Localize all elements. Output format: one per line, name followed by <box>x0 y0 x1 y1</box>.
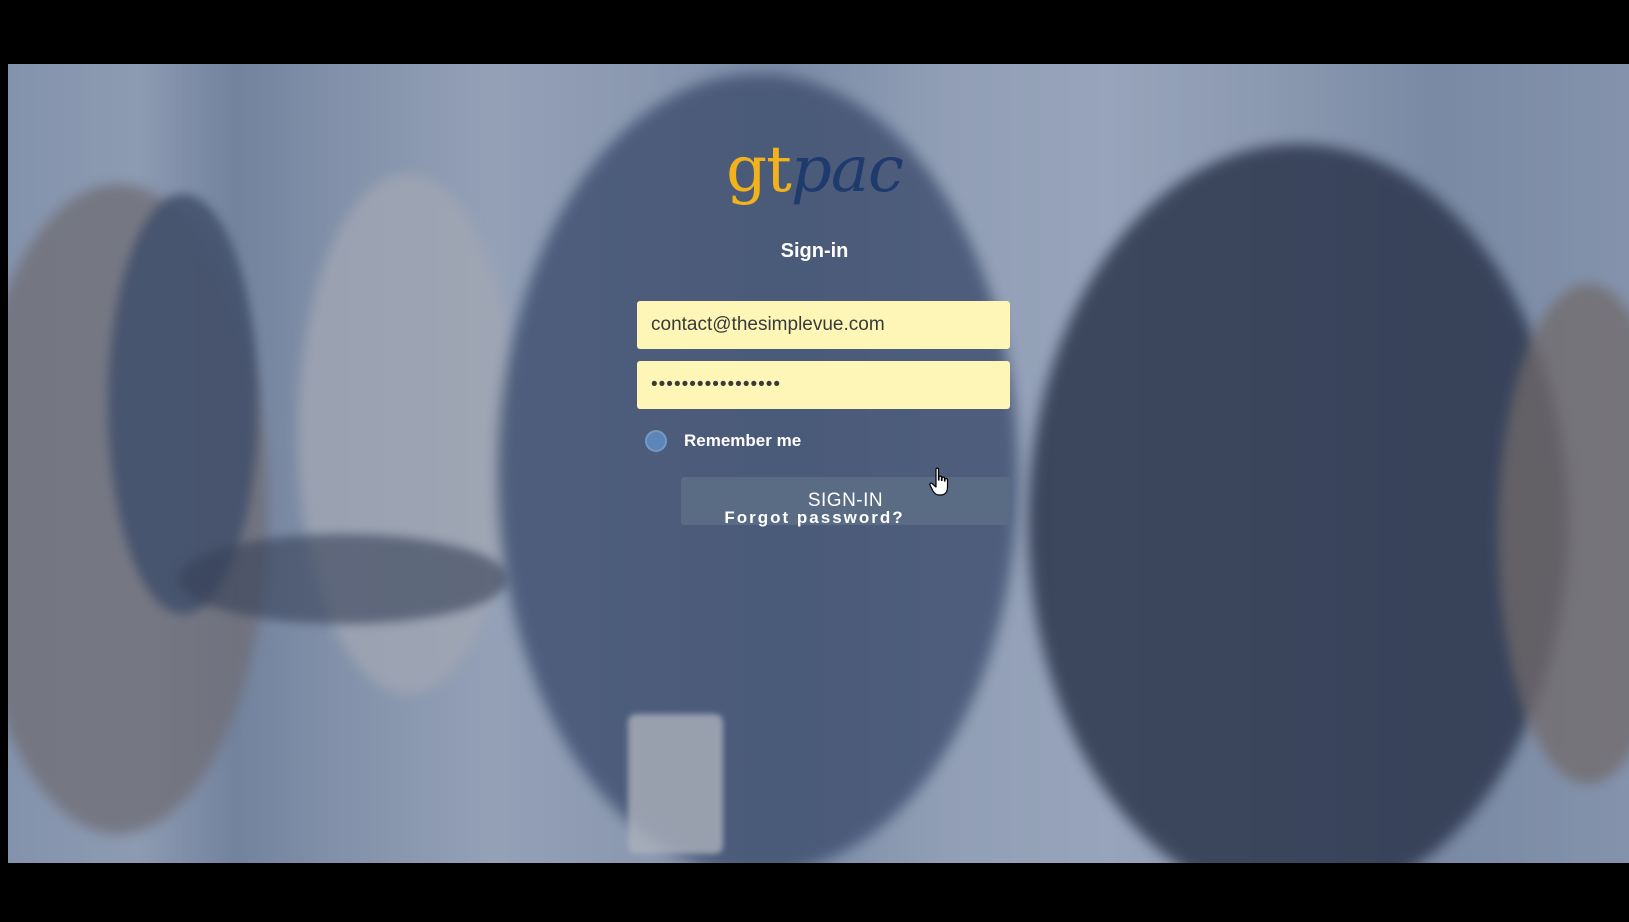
gtpac-logo: gtpac <box>0 138 1629 202</box>
signin-heading: Sign-in <box>780 240 849 262</box>
logo-pac-text: pac <box>790 133 904 207</box>
remember-me-toggle[interactable]: Remember me <box>645 430 801 452</box>
email-field[interactable] <box>637 301 1010 349</box>
hand-pointer-icon <box>929 467 949 496</box>
remember-me-label: Remember me <box>684 431 802 450</box>
forgot-password-link[interactable]: Forgot password? <box>0 508 1629 528</box>
video-frame: gtpac Sign-in Remember me SIGN-IN Forgot… <box>0 0 1629 922</box>
logo-gt-text: gt <box>726 133 792 207</box>
radio-toggle-icon[interactable] <box>645 430 667 452</box>
password-field[interactable] <box>637 361 1010 409</box>
